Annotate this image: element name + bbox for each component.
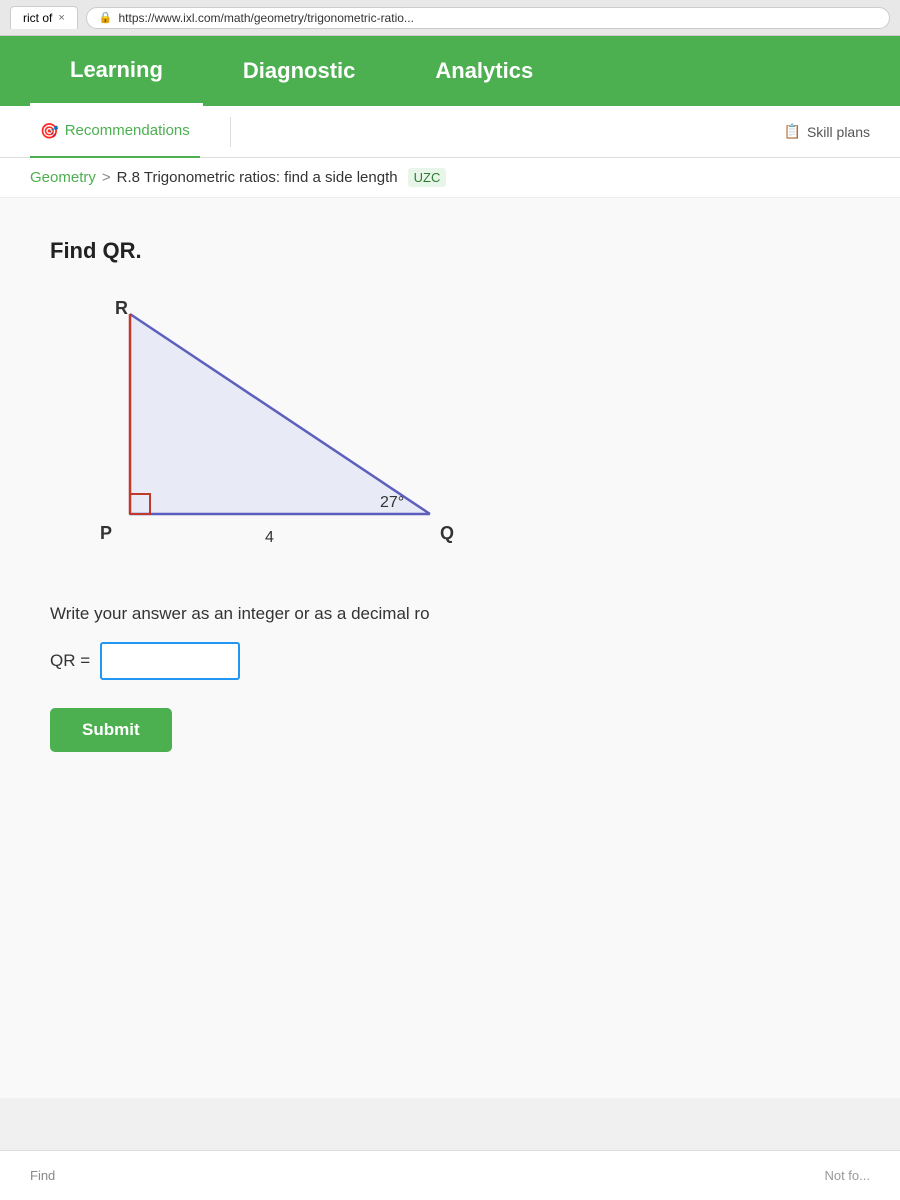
- svg-text:P: P: [100, 523, 112, 543]
- answer-label: QR =: [50, 651, 90, 671]
- svg-text:27°: 27°: [380, 494, 404, 511]
- sub-nav: 🎯 Recommendations 📋 Skill plans: [0, 106, 900, 158]
- svg-text:4: 4: [265, 529, 274, 546]
- sub-nav-skill-plans[interactable]: 📋 Skill plans: [784, 123, 870, 140]
- bottom-right-text: Not fo...: [824, 1168, 870, 1183]
- breadcrumb-chevron: >: [102, 169, 111, 186]
- breadcrumb-skill-name: R.8 Trigonometric ratios: find a side le…: [117, 169, 398, 186]
- url-text: https://www.ixl.com/math/geometry/trigon…: [118, 11, 413, 25]
- bottom-find-link[interactable]: Find: [30, 1168, 55, 1183]
- breadcrumb-geometry-link[interactable]: Geometry: [30, 169, 96, 186]
- breadcrumb: Geometry > R.8 Trigonometric ratios: fin…: [0, 158, 900, 198]
- main-content: Find QR. R P Q: [0, 198, 900, 1098]
- triangle-svg: R P Q 27° 4: [70, 294, 490, 574]
- browser-chrome: rict of × 🔒 https://www.ixl.com/math/geo…: [0, 0, 900, 36]
- submit-button[interactable]: Submit: [50, 708, 172, 752]
- lock-icon: 🔒: [99, 11, 113, 24]
- nav-item-analytics[interactable]: Analytics: [395, 36, 573, 106]
- tab-close-button[interactable]: ×: [58, 12, 64, 24]
- skill-code-badge: UZC: [408, 168, 447, 187]
- main-nav: Learning Diagnostic Analytics: [0, 36, 900, 106]
- nav-item-diagnostic[interactable]: Diagnostic: [203, 36, 395, 106]
- answer-section: Write your answer as an integer or as a …: [50, 604, 850, 752]
- tab-label: rict of: [23, 11, 52, 25]
- skill-plans-icon: 📋: [784, 123, 801, 140]
- problem-title: Find QR.: [50, 238, 850, 264]
- recommendations-icon: 🎯: [40, 122, 59, 140]
- sub-nav-recommendations[interactable]: 🎯 Recommendations: [30, 106, 200, 158]
- url-bar[interactable]: 🔒 https://www.ixl.com/math/geometry/trig…: [86, 7, 890, 29]
- bottom-bar: Find Not fo...: [0, 1150, 900, 1200]
- svg-text:R: R: [115, 298, 128, 318]
- svg-text:Q: Q: [440, 523, 454, 543]
- qr-answer-input[interactable]: [100, 642, 240, 680]
- answer-row: QR =: [50, 642, 850, 680]
- nav-item-learning[interactable]: Learning: [30, 36, 203, 106]
- answer-instruction: Write your answer as an integer or as a …: [50, 604, 850, 624]
- browser-tab[interactable]: rict of ×: [10, 6, 78, 29]
- sub-nav-divider: [230, 117, 231, 147]
- triangle-diagram: R P Q 27° 4: [70, 294, 490, 574]
